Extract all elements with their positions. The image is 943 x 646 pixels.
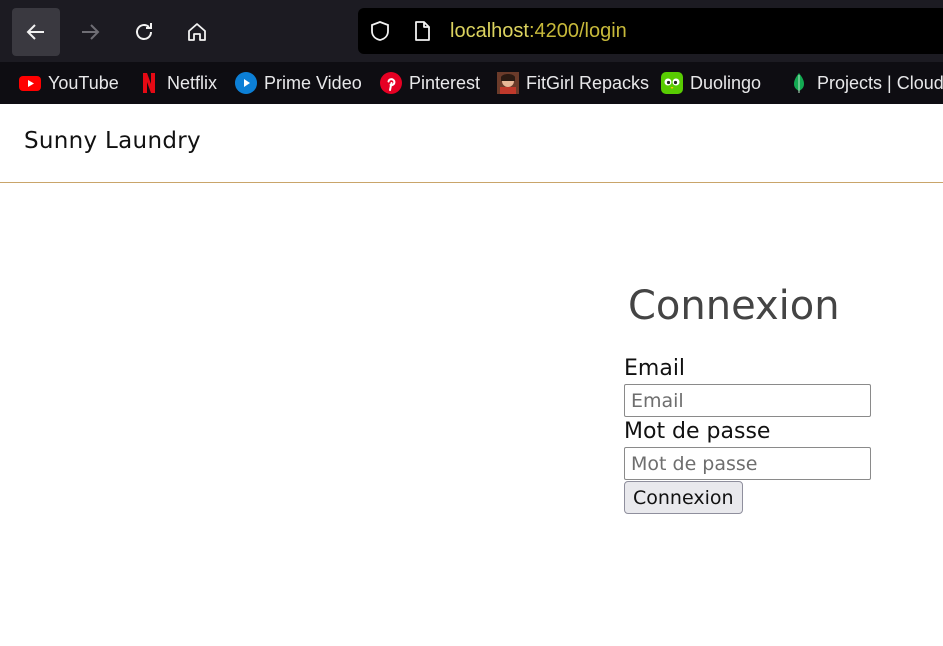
bookmark-youtube[interactable]: YouTube <box>18 70 119 96</box>
app-header: Sunny Laundry <box>0 104 943 183</box>
shield-icon[interactable] <box>368 19 392 43</box>
home-button[interactable] <box>173 8 221 56</box>
bookmark-netflix[interactable]: Netflix <box>137 70 217 96</box>
bookmarks-bar: YouTube Netflix Prime Video Pinterest Fi… <box>0 62 943 104</box>
brand-title[interactable]: Sunny Laundry <box>24 128 201 154</box>
bookmark-label: Projects | Cloud: <box>817 72 943 93</box>
email-input[interactable] <box>624 384 871 417</box>
bookmark-duolingo[interactable]: Duolingo <box>660 70 761 96</box>
login-submit-button[interactable]: Connexion <box>624 481 743 514</box>
forward-button[interactable] <box>66 8 114 56</box>
back-button[interactable] <box>12 8 60 56</box>
bookmark-label: Prime Video <box>264 72 362 93</box>
back-arrow-icon <box>26 24 44 40</box>
login-title: Connexion <box>628 283 840 329</box>
home-icon <box>188 23 206 41</box>
url-host: localhost <box>450 20 529 42</box>
bookmark-label: FitGirl Repacks <box>526 72 650 93</box>
bookmark-pinterest[interactable]: Pinterest <box>379 70 480 96</box>
prime-video-icon <box>235 72 257 94</box>
bookmark-label: Duolingo <box>690 72 762 93</box>
bookmark-label: Netflix <box>167 72 218 93</box>
password-input[interactable] <box>624 447 871 480</box>
url-path: :4200/login <box>528 20 627 42</box>
mongodb-leaf-icon <box>794 73 804 93</box>
pinterest-icon <box>380 72 402 94</box>
bookmark-label: YouTube <box>48 72 119 93</box>
duolingo-icon <box>661 72 683 94</box>
url-bar[interactable]: localhost:4200/login <box>358 8 943 54</box>
fitgirl-icon <box>497 72 519 94</box>
bookmark-prime-video[interactable]: Prime Video <box>234 70 362 96</box>
page-icon[interactable] <box>410 19 434 43</box>
netflix-icon <box>143 73 155 93</box>
password-label: Mot de passe <box>624 419 771 444</box>
reload-button[interactable] <box>120 8 168 56</box>
url-text[interactable]: localhost:4200/login <box>450 20 627 43</box>
reload-icon <box>136 23 152 40</box>
youtube-icon <box>19 76 41 91</box>
bookmark-projects-cloud[interactable]: Projects | Cloud: <box>787 70 943 96</box>
email-label: Email <box>624 356 686 381</box>
forward-arrow-icon <box>82 24 100 40</box>
bookmark-label: Pinterest <box>409 72 481 93</box>
browser-toolbar: localhost:4200/login <box>0 0 943 62</box>
bookmark-fitgirl[interactable]: FitGirl Repacks <box>496 70 649 96</box>
